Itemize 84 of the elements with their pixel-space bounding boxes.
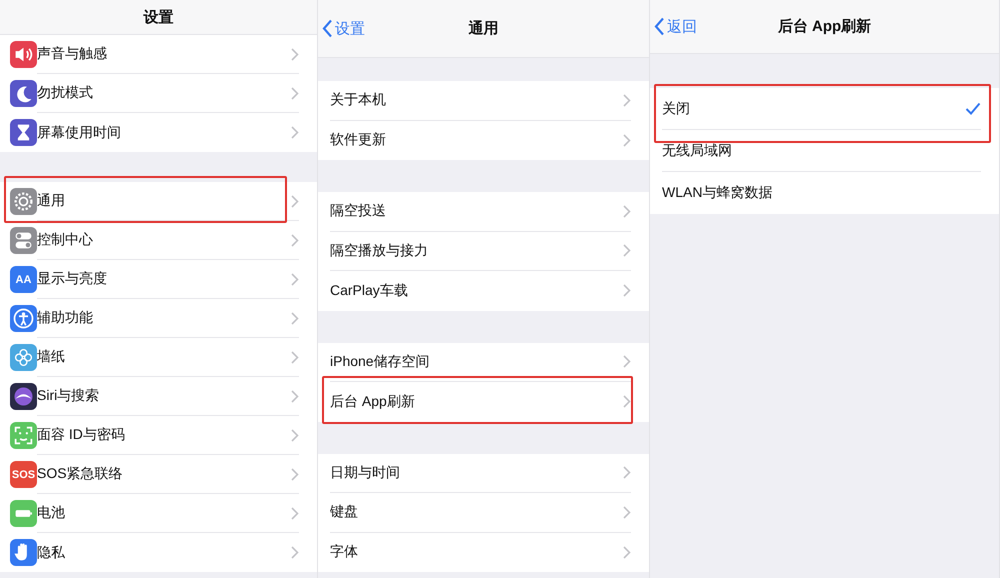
row-label: 关于本机 [330,91,387,110]
settings-row[interactable]: 日期与时间 [318,454,649,493]
settings-row[interactable]: 关于本机 [318,81,649,120]
settings-row[interactable]: 控制中心 [0,221,317,260]
chevron-icon [291,468,299,480]
row-label: 隔空播放与接力 [330,242,429,260]
settings-row[interactable]: 辅助功能 [0,299,317,338]
chevron-icon [291,272,299,286]
back-chevron-icon [654,18,665,36]
option-row[interactable]: 关闭 [650,88,999,130]
chevron-icon [291,194,299,208]
row-label: 隐私 [37,544,66,562]
app-icon: SOS [10,461,37,488]
chevron-icon [291,390,299,402]
settings-row[interactable]: 面容 ID与密码 [0,416,317,455]
chevron-icon [623,546,631,559]
chevron-icon [623,466,631,480]
back-button[interactable]: 返回 [654,17,697,36]
row-label: 关闭 [662,100,691,118]
chevron-icon [623,94,631,107]
row-label: 日期与时间 [330,464,401,482]
chevron-icon [623,284,631,298]
app-icon: AA [10,266,37,293]
row-label: WLAN与蜂窝数据 [662,184,774,202]
screen-title: 设置 [144,8,174,26]
row-label: 显示与亮度 [37,270,108,288]
chevron-icon [291,312,299,324]
settings-row[interactable]: 通用 [0,182,317,221]
chevron-icon [291,350,299,364]
row-label: 墙纸 [37,348,66,366]
chevron-icon [291,126,299,139]
back-button[interactable]: 设置 [322,19,365,38]
row-label: 无线局域网 [662,142,733,160]
chevron-icon [291,86,299,100]
settings-row[interactable]: AA 显示与亮度 [0,260,317,299]
back-chevron-icon [322,20,333,38]
settings-row[interactable]: 勿扰模式 [0,74,317,113]
row-label: 软件更新 [330,131,387,150]
chevron-icon [623,355,631,368]
row-label: 辅助功能 [37,309,94,327]
settings-row[interactable]: SOS SOS紧急联络 [0,455,317,494]
settings-row[interactable]: 隔空播放与接力 [318,232,649,271]
screen-title: 通用 [468,19,498,38]
settings-row[interactable]: 电池 [0,494,317,533]
settings-row[interactable]: 软件更新 [318,120,649,160]
row-label: 勿扰模式 [37,84,94,102]
chevron-icon [623,244,631,258]
row-label: 声音与触感 [37,45,108,63]
chevron-icon [291,506,299,520]
chevron-icon [291,234,299,246]
option-row[interactable]: WLAN与蜂窝数据 [650,172,999,214]
settings-row[interactable]: 屏幕使用时间 [0,113,317,152]
row-label: 隔空投送 [330,202,387,220]
settings-row[interactable]: 隔空投送 [318,192,649,232]
row-label: 后台 App刷新 [330,392,416,411]
chevron-icon [291,428,299,442]
settings-row[interactable]: Siri与搜索 [0,377,317,416]
row-label: 屏幕使用时间 [37,124,122,142]
settings-row[interactable]: 后台 App刷新 [318,382,649,422]
settings-row[interactable]: 墙纸 [0,338,317,377]
row-label: SOS紧急联络 [37,465,124,483]
row-label: 面容 ID与密码 [37,426,126,444]
chevron-icon [623,204,631,218]
row-label: 通用 [37,192,66,210]
settings-row[interactable]: 字体 [318,532,649,572]
chevron-icon [623,134,631,147]
chevron-icon [291,546,299,559]
row-label: CarPlay车载 [330,282,409,300]
row-label: Siri与搜索 [37,387,100,405]
row-label: 键盘 [330,503,359,522]
option-row[interactable]: 无线局域网 [650,130,999,172]
row-label: 控制中心 [37,231,94,249]
settings-row[interactable]: 键盘 [318,493,649,532]
settings-row[interactable]: 隐私 [0,533,317,572]
settings-row[interactable]: CarPlay车载 [318,271,649,310]
settings-row[interactable]: 声音与触感 [0,35,317,74]
row-label: 电池 [37,504,66,522]
screen-title: 后台 App刷新 [778,17,872,36]
chevron-icon [291,48,299,60]
chevron-icon [623,395,631,408]
row-label: iPhone储存空间 [330,352,431,371]
row-label: 字体 [330,543,359,562]
settings-row[interactable]: iPhone储存空间 [318,342,649,382]
chevron-icon [623,506,631,519]
